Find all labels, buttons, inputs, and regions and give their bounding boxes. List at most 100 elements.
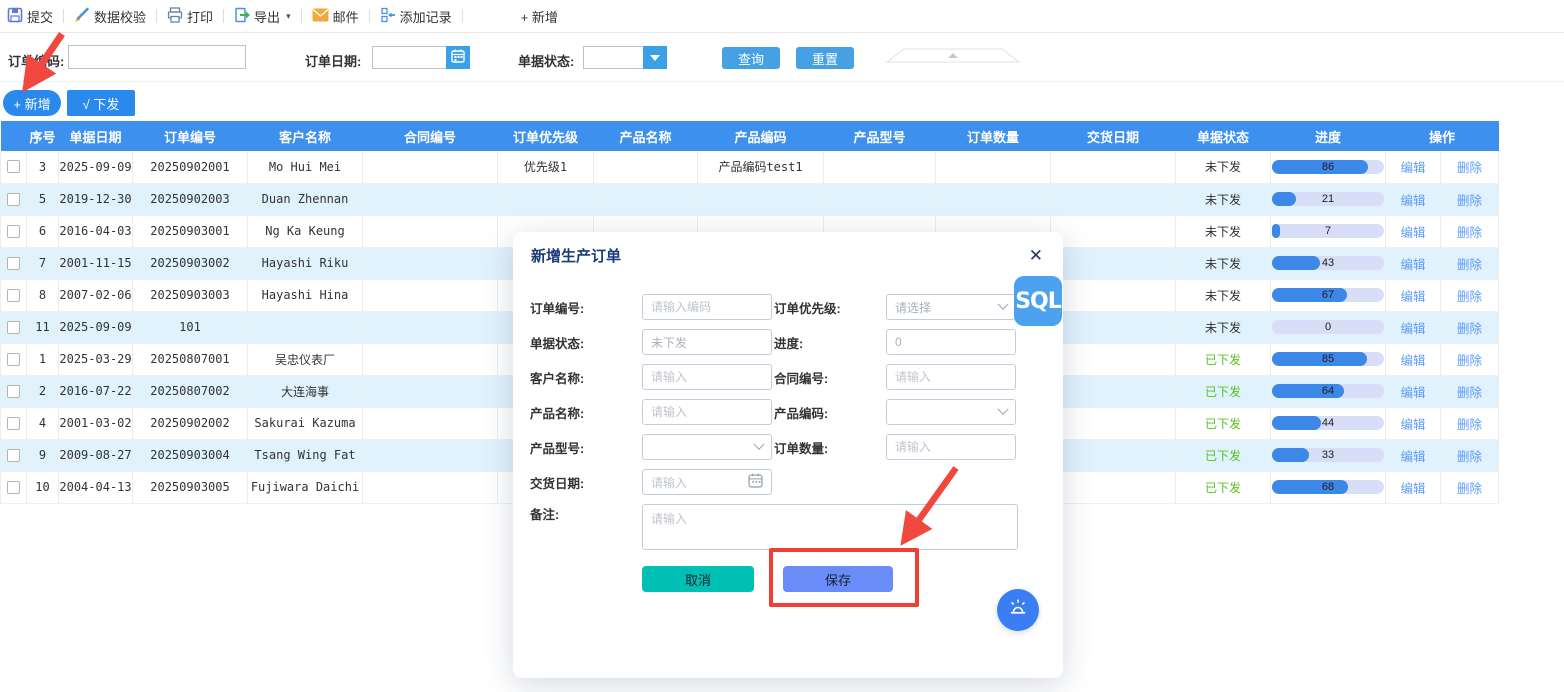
cell-product-model [824,183,936,215]
status-badge: 未下发 [1205,225,1241,239]
order-quantity-field[interactable] [886,434,1016,460]
delete-link[interactable]: 删除 [1457,258,1482,272]
remark-textarea[interactable] [642,504,1018,550]
field-label: 单据状态: [530,333,642,352]
edit-link[interactable]: 编辑 [1400,450,1425,464]
row-checkbox[interactable] [7,225,20,238]
modal-buttons: 取消 保存 [513,566,1063,592]
delete-link[interactable]: 删除 [1457,386,1482,400]
data-validate-label: 数据校验 [94,7,146,26]
edit-link[interactable]: 编辑 [1400,290,1425,304]
collapse-panel-toggle[interactable] [885,48,1021,68]
contract-no-field[interactable] [886,364,1016,390]
column-header: 客户名称 [248,121,363,151]
form-row: 订单编号:订单优先级:请选择 [530,294,1018,320]
cell-order-no: 20250807001 [133,343,248,375]
doc-status-field[interactable] [642,329,772,355]
cell-contract [363,151,498,183]
add-record-button[interactable]: 添加记录 [380,7,452,26]
sql-badge[interactable]: SQL [1014,276,1062,326]
query-button[interactable]: 查询 [722,47,780,69]
select-placeholder: 请选择 [895,299,931,316]
add-record-icon [380,7,396,26]
delivery-date-field[interactable]: 请输入 [642,469,772,495]
row-checkbox[interactable] [7,257,20,270]
reset-button[interactable]: 重置 [796,47,854,69]
row-checkbox[interactable] [7,193,20,206]
field-label: 备注: [530,504,642,550]
edit-link[interactable]: 编辑 [1400,194,1425,208]
progress-value: 64 [1272,384,1384,398]
product-code-select[interactable] [886,399,1016,425]
status-badge: 未下发 [1205,193,1241,207]
chevron-down-icon [997,404,1008,415]
export-button[interactable]: 导出 ▾ [234,7,291,26]
cell-order-no: 20250807002 [133,375,248,407]
status-field [583,46,667,69]
product-name-field[interactable] [642,399,772,425]
calendar-button[interactable] [446,46,470,69]
modal-form: 订单编号:订单优先级:请选择单据状态:进度:客户名称:合同编号:产品名称:产品编… [513,278,1063,550]
delete-link[interactable]: 删除 [1457,354,1482,368]
empty-cell [774,469,1018,495]
issue-button[interactable]: √ 下发 [67,90,135,116]
cell-date: 2004-04-13 [59,471,133,503]
priority-select[interactable]: 请选择 [886,294,1016,320]
progress-field[interactable] [886,329,1016,355]
delete-link[interactable]: 删除 [1457,418,1482,432]
toolbar-new-button[interactable]: + 新增 [521,7,558,26]
status-select[interactable] [583,46,643,69]
print-button[interactable]: 打印 [167,7,213,26]
row-checkbox[interactable] [7,321,20,334]
cancel-button[interactable]: 取消 [642,566,754,592]
add-button[interactable]: + 新增 [3,90,61,116]
data-validate-button[interactable]: 数据校验 [74,7,146,26]
edit-link[interactable]: 编辑 [1400,482,1425,496]
status-badge: 已下发 [1205,449,1241,463]
delete-link[interactable]: 删除 [1457,450,1482,464]
delete-link[interactable]: 删除 [1457,322,1482,336]
delete-link[interactable]: 删除 [1457,194,1482,208]
dropdown-button[interactable] [643,46,667,69]
mail-button[interactable]: 邮件 [312,7,359,26]
product-model-select[interactable] [642,434,772,460]
column-header: 订单数量 [936,121,1051,151]
row-checkbox[interactable] [7,160,20,173]
form-field: 交货日期:请输入 [530,469,774,495]
delete-link[interactable]: 删除 [1457,226,1482,240]
alarm-bell-button[interactable] [997,589,1039,631]
cell-date: 2016-07-22 [59,375,133,407]
row-checkbox[interactable] [7,481,20,494]
save-button[interactable]: 保存 [783,566,893,592]
edit-link[interactable]: 编辑 [1400,386,1425,400]
order-code-input[interactable] [68,45,246,69]
form-row: 单据状态:进度: [530,329,1018,355]
row-checkbox[interactable] [7,289,20,302]
delete-link[interactable]: 删除 [1457,161,1482,175]
close-icon[interactable]: ✕ [1029,247,1043,264]
row-checkbox[interactable] [7,385,20,398]
submit-button[interactable]: 提交 [7,7,53,26]
cell-delivery-date [1051,343,1176,375]
form-field: 合同编号: [774,364,1018,390]
order-no-field[interactable] [642,294,772,320]
row-checkbox[interactable] [7,449,20,462]
customer-name-field[interactable] [642,364,772,390]
edit-link[interactable]: 编辑 [1400,354,1425,368]
delete-link[interactable]: 删除 [1457,290,1482,304]
order-date-input[interactable] [372,46,446,69]
edit-link[interactable]: 编辑 [1400,322,1425,336]
row-checkbox[interactable] [7,417,20,430]
field-label: 订单数量: [774,438,886,457]
order-date-label: 订单日期: [305,51,361,70]
cell-product-code [698,183,824,215]
edit-link[interactable]: 编辑 [1400,226,1425,240]
edit-link[interactable]: 编辑 [1400,161,1425,175]
cell-delivery-date [1051,215,1176,247]
progress-value: 67 [1272,288,1384,302]
edit-link[interactable]: 编辑 [1400,258,1425,272]
row-checkbox[interactable] [7,353,20,366]
delete-link[interactable]: 删除 [1457,482,1482,496]
cell-order-no: 20250903005 [133,471,248,503]
edit-link[interactable]: 编辑 [1400,418,1425,432]
